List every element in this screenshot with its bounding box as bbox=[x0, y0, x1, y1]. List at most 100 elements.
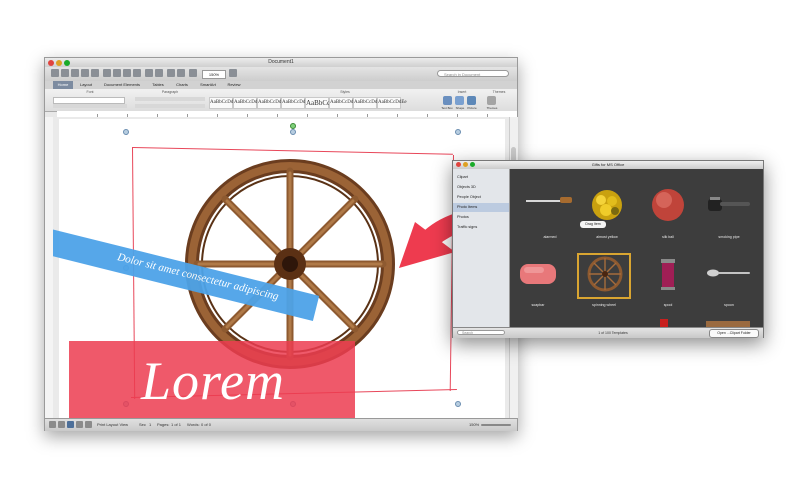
gallery-close-button[interactable] bbox=[456, 162, 461, 167]
standard-toolbar: 150% Search in Document bbox=[45, 67, 517, 82]
tab-document-elements[interactable]: Document Elements bbox=[99, 81, 145, 89]
red-title-box[interactable]: Lorem bbox=[69, 341, 355, 418]
help-icon[interactable] bbox=[229, 69, 237, 77]
style-title[interactable]: AaBbCc bbox=[305, 97, 330, 109]
styles-group-label: Styles bbox=[340, 90, 350, 94]
gallery-search-input[interactable]: Search bbox=[457, 330, 505, 335]
resize-handle-top-right[interactable] bbox=[455, 129, 461, 135]
zoom-select[interactable]: 150% bbox=[202, 70, 226, 79]
resize-handle-top-left[interactable] bbox=[123, 129, 129, 135]
insert-group-label: Insert bbox=[457, 90, 467, 94]
spinning-wheel-thumbnail[interactable] bbox=[586, 255, 624, 293]
status-view-name: Print Layout View bbox=[97, 422, 129, 427]
tab-charts[interactable]: Charts bbox=[171, 81, 193, 89]
category-clipart[interactable]: Clipart bbox=[453, 173, 509, 182]
style-heading-2[interactable]: AaBbCcDdEe bbox=[281, 97, 311, 109]
category-photo-items[interactable]: Photo Items bbox=[453, 203, 509, 212]
status-sec-label: Sec bbox=[139, 422, 146, 427]
close-window-button[interactable] bbox=[48, 60, 54, 66]
gallery-footer: Search 1 of 100 Templates Open ...Clipar… bbox=[453, 327, 763, 338]
category-people-object[interactable]: People Object bbox=[453, 193, 509, 202]
copy-icon[interactable] bbox=[113, 69, 121, 77]
text-box-icon[interactable] bbox=[443, 96, 452, 105]
red-object-thumbnail[interactable] bbox=[660, 319, 668, 327]
status-pages: 1 of 1 bbox=[171, 422, 182, 427]
status-words: 0 of 0 bbox=[201, 422, 212, 427]
ribbon-tabs: Home Layout Document Elements Tables Cha… bbox=[45, 81, 517, 89]
gallery-zoom-button[interactable] bbox=[470, 162, 475, 167]
tab-home[interactable]: Home bbox=[53, 81, 73, 89]
minimize-window-button[interactable] bbox=[56, 60, 62, 66]
templates-icon[interactable] bbox=[61, 69, 69, 77]
sidebar-icon[interactable] bbox=[167, 69, 175, 77]
toolbox-icon[interactable] bbox=[177, 69, 185, 77]
alarmed-thumbnail[interactable] bbox=[524, 191, 576, 211]
paste-icon[interactable] bbox=[123, 69, 131, 77]
style-heading-1[interactable]: AaBbCcDd bbox=[257, 97, 281, 109]
gallery-sidebar: Clipart Objects 3D People Object Photo I… bbox=[453, 169, 510, 327]
document-search-input[interactable]: Search in Document bbox=[437, 70, 509, 77]
spool-thumbnail[interactable] bbox=[658, 257, 678, 291]
alignment-buttons[interactable] bbox=[135, 104, 205, 108]
cut-icon[interactable] bbox=[103, 69, 111, 77]
style-strong[interactable]: AaBbCcDdEe bbox=[377, 97, 407, 109]
resize-handle-top[interactable] bbox=[290, 129, 296, 135]
resize-handle-bottom-right[interactable] bbox=[455, 401, 461, 407]
picture-icon[interactable] bbox=[467, 96, 476, 105]
gallery-window: Gifts for MS Office Clipart Objects 3D P… bbox=[452, 160, 764, 338]
tab-smartart[interactable]: SmartArt bbox=[195, 81, 221, 89]
category-objects-3d[interactable]: Objects 3D bbox=[453, 183, 509, 192]
item-label-almost-yellow: almost yellow bbox=[596, 235, 618, 239]
zoom-slider[interactable] bbox=[481, 424, 511, 426]
outline-view-icon[interactable] bbox=[58, 421, 65, 428]
category-traffic-signs[interactable]: Traffic signs bbox=[453, 223, 509, 232]
tab-review[interactable]: Review bbox=[223, 81, 245, 89]
silk-ball-thumbnail[interactable] bbox=[650, 187, 686, 223]
font-format-buttons[interactable] bbox=[53, 104, 127, 108]
draft-view-icon[interactable] bbox=[49, 421, 56, 428]
notebook-view-icon[interactable] bbox=[76, 421, 83, 428]
redo-icon[interactable] bbox=[155, 69, 163, 77]
tab-tables[interactable]: Tables bbox=[147, 81, 169, 89]
spoon-thumbnail[interactable] bbox=[706, 267, 752, 279]
spinning-wheel-image[interactable] bbox=[185, 159, 395, 369]
table-icon[interactable] bbox=[189, 69, 197, 77]
item-label-smoking-pipe: smoking pipe bbox=[718, 235, 740, 239]
style-emphasis[interactable]: AaBbCcDdEe bbox=[353, 97, 383, 109]
item-label-spoon: spoon bbox=[724, 303, 734, 307]
tab-layout[interactable]: Layout bbox=[75, 81, 97, 89]
format-painter-icon[interactable] bbox=[133, 69, 141, 77]
style-subtitle[interactable]: AaBbCcDdEe bbox=[329, 97, 359, 109]
shape-icon[interactable] bbox=[455, 96, 464, 105]
status-zoom: 150% bbox=[469, 422, 480, 427]
gallery-minimize-button[interactable] bbox=[463, 162, 468, 167]
open-clipart-folder-button[interactable]: Open ...Clipart Folder bbox=[709, 329, 759, 338]
themes-group-label: Themes bbox=[492, 90, 506, 94]
new-document-icon[interactable] bbox=[51, 69, 59, 77]
publishing-view-icon[interactable] bbox=[85, 421, 92, 428]
category-photos[interactable]: Photos bbox=[453, 213, 509, 222]
ribbon: Font Paragraph Styles Insert Themes AaBb… bbox=[45, 89, 517, 112]
zoom-window-button[interactable] bbox=[64, 60, 70, 66]
themes-icon[interactable] bbox=[487, 96, 496, 105]
paragraph-buttons[interactable] bbox=[135, 97, 205, 101]
open-icon[interactable] bbox=[71, 69, 79, 77]
print-icon[interactable] bbox=[91, 69, 99, 77]
smoking-pipe-thumbnail[interactable] bbox=[704, 193, 754, 215]
style-no-spacing[interactable]: AaBbCcDdEe bbox=[233, 97, 263, 109]
soapbar-thumbnail[interactable] bbox=[518, 261, 558, 287]
status-sec: 1 bbox=[149, 422, 152, 427]
paragraph-group-label: Paragraph bbox=[161, 90, 179, 94]
status-bar: Print Layout View Sec 1 Pages: 1 of 1 Wo… bbox=[45, 418, 517, 431]
text-box-label: Text Box bbox=[441, 106, 453, 110]
almost-yellow-thumbnail[interactable] bbox=[589, 187, 625, 223]
template-count: 1 of 100 Templates bbox=[598, 331, 628, 335]
undo-icon[interactable] bbox=[145, 69, 153, 77]
font-name-select[interactable] bbox=[53, 97, 125, 104]
print-layout-view-icon[interactable] bbox=[67, 421, 74, 428]
save-icon[interactable] bbox=[81, 69, 89, 77]
style-normal[interactable]: AaBbCcDdEe bbox=[209, 97, 239, 109]
status-words-label: Words: bbox=[187, 422, 200, 427]
item-label-spool: spool bbox=[663, 303, 673, 307]
rotate-handle[interactable] bbox=[290, 123, 296, 129]
